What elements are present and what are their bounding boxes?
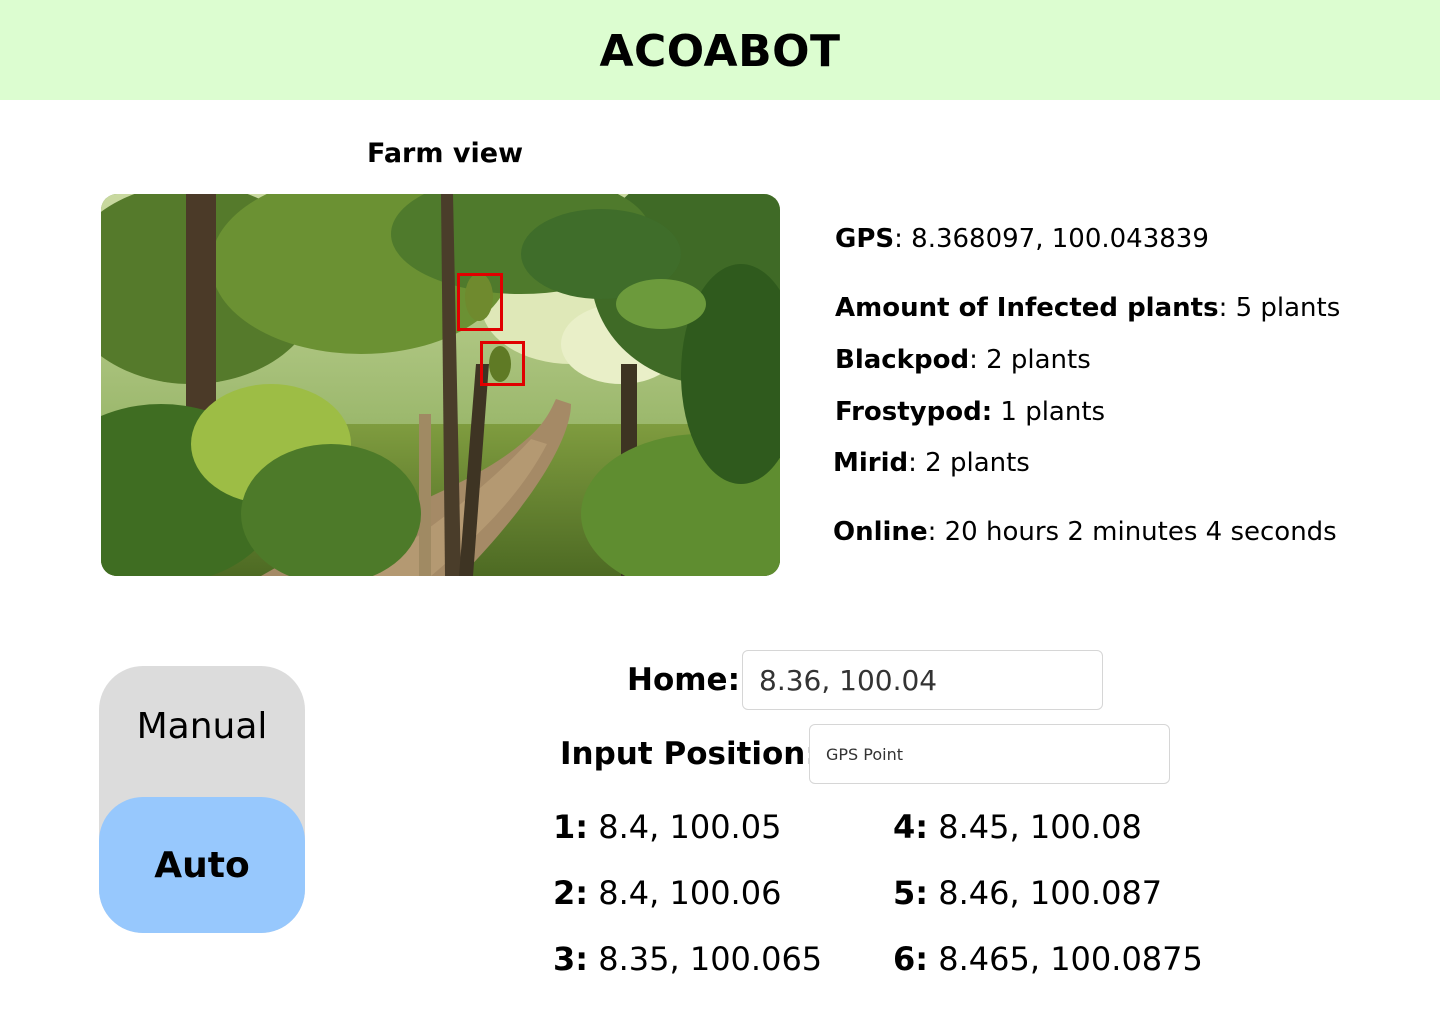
online-readout: Online: 20 hours 2 minutes 4 seconds bbox=[833, 515, 1337, 549]
detection-box bbox=[457, 273, 503, 331]
waypoint-number: 1: bbox=[553, 808, 589, 846]
frostypod-label: Frostypod: bbox=[835, 397, 993, 427]
waypoint-item: 6: 8.465, 100.0875 bbox=[893, 940, 1203, 978]
infected-plants-readout: Amount of Infected plants: 5 plants bbox=[835, 291, 1340, 325]
gps-point-input[interactable] bbox=[809, 724, 1170, 784]
blackpod-value: : 2 plants bbox=[969, 345, 1091, 375]
online-label: Online bbox=[833, 517, 928, 547]
waypoint-number: 5: bbox=[893, 874, 929, 912]
waypoint-item: 3: 8.35, 100.065 bbox=[553, 940, 822, 978]
frostypod-value: 1 plants bbox=[992, 397, 1106, 427]
header-bar: ACOABOT bbox=[0, 0, 1440, 100]
mirid-readout: Mirid: 2 plants bbox=[833, 446, 1030, 480]
app-title: ACOABOT bbox=[599, 25, 841, 77]
waypoint-item: 5: 8.46, 100.087 bbox=[893, 874, 1162, 912]
mirid-label: Mirid bbox=[833, 448, 909, 478]
gps-label: GPS bbox=[835, 224, 895, 254]
mirid-value: : 2 plants bbox=[908, 448, 1030, 478]
waypoint-number: 3: bbox=[553, 940, 589, 978]
auto-mode-button[interactable]: Auto bbox=[99, 797, 305, 933]
infected-label: Amount of Infected plants bbox=[835, 293, 1219, 323]
waypoint-coords: 8.35, 100.065 bbox=[588, 940, 823, 978]
waypoint-item: 4: 8.45, 100.08 bbox=[893, 808, 1142, 846]
waypoint-coords: 8.4, 100.06 bbox=[588, 874, 782, 912]
waypoint-item: 1: 8.4, 100.05 bbox=[553, 808, 781, 846]
frostypod-readout: Frostypod: 1 plants bbox=[835, 395, 1105, 429]
infected-value: : 5 plants bbox=[1218, 293, 1341, 323]
home-input[interactable] bbox=[742, 650, 1103, 710]
blackpod-readout: Blackpod: 2 plants bbox=[835, 343, 1091, 377]
home-label: Home: bbox=[627, 662, 740, 698]
camera-feed bbox=[101, 194, 780, 576]
waypoint-coords: 8.4, 100.05 bbox=[588, 808, 782, 846]
farm-view-title: Farm view bbox=[366, 138, 524, 169]
gps-readout: GPS: 8.368097, 100.043839 bbox=[835, 222, 1209, 256]
blackpod-label: Blackpod bbox=[835, 345, 970, 375]
detection-box bbox=[480, 341, 525, 386]
gps-value: : 8.368097, 100.043839 bbox=[894, 224, 1209, 254]
waypoint-number: 6: bbox=[893, 940, 929, 978]
waypoint-item: 2: 8.4, 100.06 bbox=[553, 874, 781, 912]
manual-mode-button[interactable]: Manual bbox=[99, 706, 305, 747]
waypoint-coords: 8.46, 100.087 bbox=[928, 874, 1163, 912]
waypoint-number: 2: bbox=[553, 874, 589, 912]
input-position-label: Input Position: bbox=[560, 736, 818, 772]
waypoint-coords: 8.45, 100.08 bbox=[928, 808, 1142, 846]
online-value: : 20 hours 2 minutes 4 seconds bbox=[927, 517, 1337, 547]
farm-scene-image bbox=[101, 194, 780, 576]
auto-mode-label: Auto bbox=[154, 844, 250, 886]
waypoint-coords: 8.465, 100.0875 bbox=[928, 940, 1203, 978]
mode-toggle[interactable]: Manual Auto bbox=[99, 666, 305, 933]
waypoint-number: 4: bbox=[893, 808, 929, 846]
